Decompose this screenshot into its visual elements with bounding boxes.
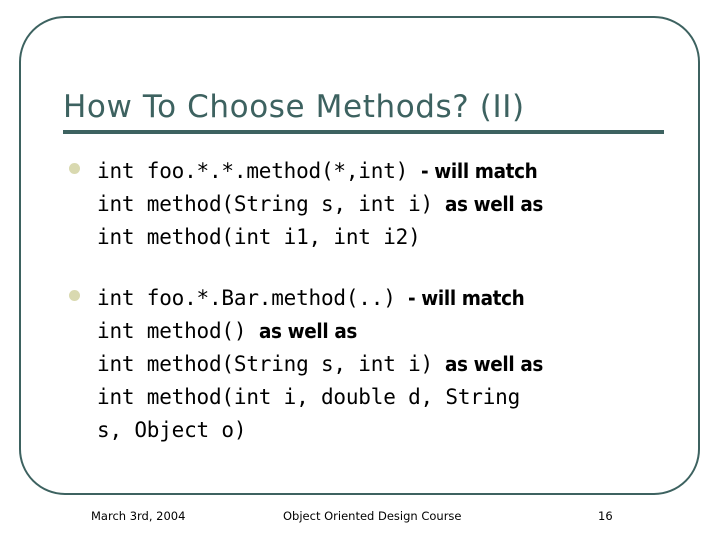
page-title: How To Choose Methods? (II): [63, 89, 525, 125]
code-text: int method(String s, int i): [97, 192, 446, 216]
footer-page-number: 16: [598, 509, 613, 523]
annotation-text: - will match: [408, 286, 525, 310]
bullet-list: int foo.*.*.method(*,int) - will match in…: [63, 155, 678, 447]
annotation-text: as well as: [445, 192, 544, 216]
annotation-text: as well as: [445, 352, 544, 376]
bullet-line: int method(int i1, int i2): [97, 221, 678, 254]
code-text: int foo.*.*.method(*,int): [97, 159, 421, 183]
bullet-line: int method(int i, double d, String: [97, 381, 678, 414]
slide: How To Choose Methods? (II) int foo.*.*.…: [0, 0, 720, 540]
bullet-line: int method() as well as: [97, 315, 678, 348]
title-underline-rule: [63, 130, 664, 134]
code-text: s, Object o): [97, 418, 247, 442]
bullet-dot-icon: [69, 290, 80, 301]
bullet-line: int foo.*.Bar.method(..) - will match: [97, 282, 678, 315]
bullet-line: int foo.*.*.method(*,int) - will match: [97, 155, 678, 188]
code-text: int method(): [97, 319, 259, 343]
bullet-dot-icon: [69, 163, 80, 174]
slide-footer: March 3rd, 2004 Object Oriented Design C…: [0, 508, 720, 528]
code-text: int foo.*.Bar.method(..): [97, 286, 409, 310]
bullet-line: int method(String s, int i) as well as: [97, 348, 678, 381]
annotation-text: - will match: [420, 159, 538, 183]
code-text: int method(String s, int i): [97, 352, 446, 376]
bullet-item: int foo.*.Bar.method(..) - will match int…: [63, 282, 678, 447]
footer-date: March 3rd, 2004: [91, 509, 186, 523]
annotation-text: as well as: [258, 319, 357, 343]
code-text: int method(int i, double d, String: [97, 385, 521, 409]
bullet-item: int foo.*.*.method(*,int) - will match in…: [63, 155, 678, 254]
footer-course-title: Object Oriented Design Course: [283, 509, 462, 523]
code-text: int method(int i1, int i2): [97, 225, 421, 249]
bullet-line: int method(String s, int i) as well as: [97, 188, 678, 221]
bullet-line: s, Object o): [97, 414, 678, 447]
